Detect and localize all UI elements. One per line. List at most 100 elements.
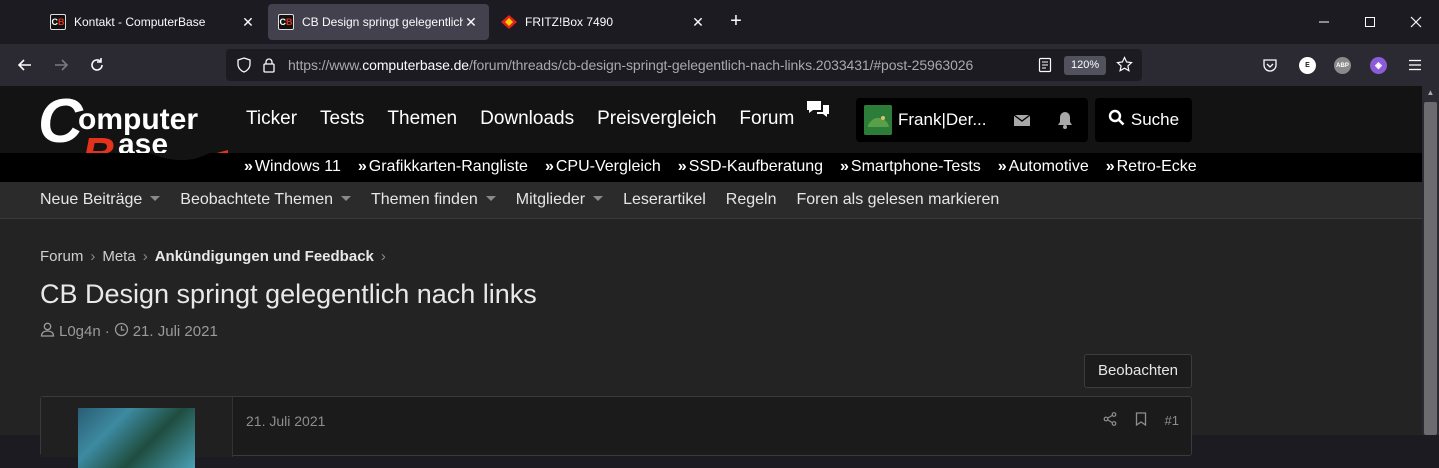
new-tab-button[interactable]: + bbox=[724, 10, 748, 34]
tab-cb-design[interactable]: CB CB Design springt gelegentlich nach l… bbox=[268, 4, 489, 40]
forum-nav-mitglieder[interactable]: Mitglieder bbox=[516, 191, 604, 209]
chevron-double-icon: » bbox=[244, 158, 253, 175]
thread-author[interactable]: L0g4n bbox=[59, 323, 101, 340]
url-path: /forum/threads/cb-design-springt-gelegen… bbox=[468, 57, 974, 73]
user-avatar[interactable] bbox=[864, 105, 892, 135]
bookmark-star-icon[interactable] bbox=[1116, 56, 1133, 78]
browser-toolbar: https://www.computerbase.de/forum/thread… bbox=[0, 44, 1439, 86]
zoom-indicator[interactable]: 120% bbox=[1064, 56, 1107, 75]
nav-downloads[interactable]: Downloads bbox=[480, 108, 574, 130]
forum-nav-beobachtete-themen[interactable]: Beobachtete Themen bbox=[180, 191, 351, 209]
caret-down-icon bbox=[341, 196, 351, 201]
breadcrumb-separator-icon: › bbox=[90, 248, 96, 265]
forum-nav-mark-read[interactable]: Foren als gelesen markieren bbox=[797, 191, 1000, 209]
topic-label: Retro-Ecke bbox=[1116, 158, 1197, 175]
post-number[interactable]: #1 bbox=[1165, 413, 1179, 428]
tab-label: FRITZ!Box 7490 bbox=[525, 15, 614, 29]
thread-title: CB Design springt gelegentlich nach link… bbox=[40, 279, 537, 309]
chevron-double-icon: » bbox=[357, 158, 367, 175]
topic-link-ssd-kaufberatung[interactable]: » SSD-Kaufberatung bbox=[678, 158, 823, 176]
post-user-cell bbox=[41, 397, 233, 468]
post-actions: #1 bbox=[1103, 412, 1179, 429]
tab-fritzbox[interactable]: FRITZ!Box 7490 ✕ bbox=[491, 4, 716, 40]
breadcrumb-meta[interactable]: Meta bbox=[102, 248, 135, 265]
fritzbox-favicon bbox=[501, 14, 517, 30]
lock-icon[interactable] bbox=[262, 57, 276, 78]
close-tab-icon[interactable]: ✕ bbox=[240, 14, 256, 31]
bookmark-icon[interactable] bbox=[1135, 412, 1147, 429]
reload-button[interactable] bbox=[86, 54, 108, 76]
user-icon bbox=[40, 322, 55, 341]
scroll-up-arrow-icon[interactable]: ▲ bbox=[1424, 88, 1437, 100]
browser-tab-strip: CB Kontakt - ComputerBase ✕ CB CB Design… bbox=[0, 0, 1439, 44]
nav-ticker[interactable]: Ticker bbox=[246, 108, 297, 130]
topic-link-retro-ecke[interactable]: » Retro-Ecke bbox=[1106, 158, 1197, 176]
breadcrumb-forum[interactable]: Forum bbox=[40, 248, 83, 265]
username[interactable]: Frank|Der... bbox=[898, 110, 987, 130]
topic-label: Windows 11 bbox=[254, 158, 341, 175]
maximize-window-button[interactable] bbox=[1360, 12, 1380, 32]
post: 21. Juli 2021 #1 bbox=[40, 396, 1192, 468]
tab-label: Kontakt - ComputerBase bbox=[74, 15, 206, 29]
nav-forum[interactable]: Forum bbox=[739, 108, 794, 130]
bell-icon[interactable] bbox=[1055, 110, 1075, 130]
breadcrumb-separator-icon: › bbox=[380, 248, 386, 265]
address-bar[interactable]: https://www.computerbase.de/forum/thread… bbox=[226, 49, 1142, 81]
caret-down-icon bbox=[593, 196, 604, 201]
topic-link-grafikkarten[interactable]: » Grafikkarten-Rangliste bbox=[358, 158, 528, 176]
chevron-double-icon: » bbox=[997, 158, 1007, 175]
topic-label: Automotive bbox=[1008, 158, 1089, 175]
shield-icon[interactable] bbox=[236, 57, 252, 78]
forum-nav-leserartikel[interactable]: Leserartikel bbox=[623, 191, 706, 209]
meta-separator: · bbox=[104, 323, 110, 340]
nav-themen[interactable]: Themen bbox=[387, 108, 457, 130]
thread-meta: L0g4n · 21. Juli 2021 bbox=[40, 322, 218, 341]
watch-thread-button[interactable]: Beobachten bbox=[1084, 354, 1192, 388]
envelope-icon[interactable] bbox=[1012, 110, 1032, 130]
forward-button[interactable] bbox=[50, 54, 72, 76]
topic-link-automotive[interactable]: » Automotive bbox=[998, 158, 1089, 176]
topic-links: » Windows 11 » Grafikkarten-Rangliste » CPU… bbox=[244, 158, 1197, 176]
topic-link-smartphone-tests[interactable]: » Smartphone-Tests bbox=[840, 158, 981, 176]
e-extension-icon[interactable]: E bbox=[1299, 57, 1316, 74]
post-date[interactable]: 21. Juli 2021 bbox=[246, 413, 325, 429]
topic-link-windows-11[interactable]: » Windows 11 bbox=[244, 158, 341, 176]
forum-nav: Neue Beiträge Beobachtete Themen Themen … bbox=[0, 182, 1422, 219]
share-icon[interactable] bbox=[1103, 412, 1117, 429]
scrollbar-thumb[interactable] bbox=[1424, 102, 1437, 435]
tab-kontakt[interactable]: CB Kontakt - ComputerBase ✕ bbox=[40, 4, 266, 40]
main-nav: Ticker Tests Themen Downloads Preisvergl… bbox=[246, 108, 794, 130]
back-button[interactable] bbox=[14, 54, 36, 76]
topic-link-cpu-vergleich[interactable]: » CPU-Vergleich bbox=[545, 158, 661, 176]
web-page: C omputer B ase Ticker Tests Themen Down… bbox=[0, 86, 1422, 468]
breadcrumb: Forum › Meta › Ankündigungen und Feedbac… bbox=[40, 248, 386, 265]
url-prefix: https://www. bbox=[288, 57, 363, 73]
close-tab-icon[interactable]: ✕ bbox=[463, 14, 479, 31]
nav-preisvergleich[interactable]: Preisvergleich bbox=[597, 108, 716, 130]
close-window-button[interactable] bbox=[1406, 12, 1426, 32]
user-box: Frank|Der... bbox=[856, 98, 1088, 142]
caret-down-icon bbox=[485, 196, 496, 201]
site-header: C omputer B ase Ticker Tests Themen Down… bbox=[0, 86, 1422, 182]
forum-nav-regeln[interactable]: Regeln bbox=[726, 191, 777, 209]
close-tab-icon[interactable]: ✕ bbox=[690, 14, 706, 31]
clock-icon bbox=[114, 322, 129, 341]
adblock-plus-icon[interactable]: ABP bbox=[1334, 57, 1351, 74]
menu-hamburger-icon[interactable] bbox=[1408, 58, 1422, 76]
computerbase-favicon: CB bbox=[278, 14, 294, 30]
search-button[interactable]: Suche bbox=[1095, 98, 1192, 142]
forum-nav-neue-beitraege[interactable]: Neue Beiträge bbox=[40, 191, 161, 209]
thread-date[interactable]: 21. Juli 2021 bbox=[133, 323, 218, 340]
topic-label: SSD-Kaufberatung bbox=[688, 158, 824, 175]
chevron-double-icon: » bbox=[677, 158, 687, 175]
pocket-icon[interactable] bbox=[1262, 57, 1278, 78]
reader-view-icon[interactable] bbox=[1038, 57, 1052, 78]
tor-extension-icon[interactable]: ◈ bbox=[1370, 57, 1387, 74]
url-text[interactable]: https://www.computerbase.de/forum/thread… bbox=[288, 57, 973, 73]
forum-nav-themen-finden[interactable]: Themen finden bbox=[371, 191, 496, 209]
minimize-window-button[interactable] bbox=[1314, 12, 1334, 32]
nav-tests[interactable]: Tests bbox=[320, 108, 364, 130]
topic-label: CPU-Vergleich bbox=[555, 158, 661, 175]
breadcrumb-ankuendigungen[interactable]: Ankündigungen und Feedback bbox=[155, 248, 374, 265]
post-author-avatar[interactable] bbox=[78, 408, 195, 468]
